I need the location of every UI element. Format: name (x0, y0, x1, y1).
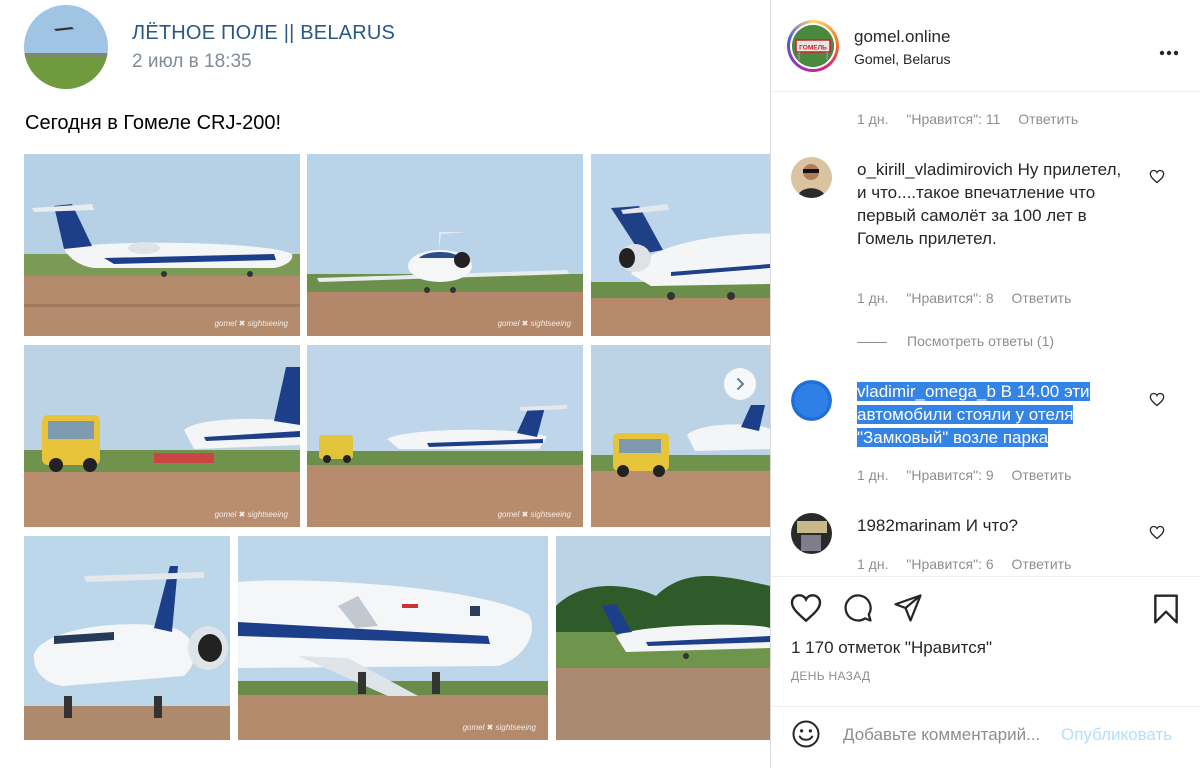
comment-avatar[interactable] (791, 513, 832, 554)
vk-post: ЛЁТНОЕ ПОЛЕ || BELARUS 2 июл в 18:35 Сег… (0, 0, 770, 768)
like-comment-button[interactable] (1149, 525, 1165, 545)
replies-divider (857, 341, 887, 343)
post-header: ГОМЕЛЬ gomel.online Gomel, Belarus (771, 0, 1200, 92)
post-timestamp[interactable]: ДЕНЬ НАЗАД (791, 669, 870, 683)
comment-likes[interactable]: "Нравится": 8 (906, 290, 993, 306)
share-button[interactable] (893, 593, 923, 628)
comment-avatar[interactable] (791, 157, 832, 198)
like-comment-button[interactable] (1149, 392, 1165, 412)
photo-2[interactable]: gomel ✖ sightseeing (307, 154, 583, 336)
chevron-right-icon (737, 378, 745, 390)
account-avatar[interactable]: ГОМЕЛЬ (787, 20, 839, 72)
view-replies-button[interactable]: Посмотреть ответы (1) (857, 333, 1054, 349)
comment-meta: 1 дн. "Нравится": 11 Ответить (857, 111, 1078, 127)
comment-meta: 1 дн. "Нравится": 9 Ответить (857, 467, 1071, 483)
heart-icon (1149, 169, 1165, 184)
watermark: gomel ✖ sightseeing (462, 723, 536, 732)
next-photo-button[interactable] (724, 368, 756, 400)
save-button[interactable] (1152, 593, 1180, 630)
heart-icon (1149, 525, 1165, 540)
comment-body: o_kirill_vladimirovich Ну прилетел, и чт… (857, 158, 1127, 250)
reply-button[interactable]: Ответить (1012, 556, 1072, 572)
publish-button[interactable]: Опубликовать (1061, 725, 1172, 745)
photo-8[interactable]: gomel ✖ sightseeing (238, 536, 548, 740)
comment-username[interactable]: vladimir_omega_b (857, 382, 996, 401)
reply-button[interactable]: Ответить (1012, 290, 1072, 306)
account-username[interactable]: gomel.online (854, 27, 950, 47)
comment-avatar[interactable] (791, 380, 832, 421)
like-comment-button[interactable] (1149, 169, 1165, 189)
comment-meta: 1 дн. "Нравится": 6 Ответить (857, 556, 1071, 572)
reply-button[interactable]: Ответить (1012, 467, 1072, 483)
comment-text: И что? (965, 516, 1018, 535)
photo-7[interactable] (24, 536, 230, 740)
comment-likes[interactable]: "Нравится": 9 (906, 467, 993, 483)
comment-username[interactable]: o_kirill_vladimirovich (857, 160, 1013, 179)
comment-time[interactable]: 1 дн. (857, 290, 888, 306)
watermark: gomel ✖ sightseeing (497, 319, 571, 328)
bookmark-icon (1154, 594, 1178, 624)
photo-1[interactable]: gomel ✖ sightseeing (24, 154, 300, 336)
emoji-icon (792, 720, 820, 748)
reply-button[interactable]: Ответить (1018, 111, 1078, 127)
post-date[interactable]: 2 июл в 18:35 (132, 51, 252, 73)
photo-3[interactable] (591, 154, 770, 336)
view-replies-label: Посмотреть ответы (1) (907, 333, 1055, 349)
comment-username[interactable]: 1982marinam (857, 516, 961, 535)
comment-input[interactable] (843, 725, 1063, 745)
comment-button[interactable] (843, 593, 873, 628)
comment-meta: 1 дн. "Нравится": 8 Ответить (857, 290, 1071, 306)
watermark: gomel ✖ sightseeing (214, 510, 288, 519)
share-icon (894, 594, 922, 622)
comment-body: 1982marinam И что? (857, 514, 1127, 537)
like-button[interactable] (790, 593, 822, 628)
photo-9[interactable] (556, 536, 770, 740)
group-name[interactable]: ЛЁТНОЕ ПОЛЕ || BELARUS (132, 22, 395, 45)
heart-icon (1149, 392, 1165, 407)
more-icon (1159, 50, 1179, 56)
more-options-button[interactable] (1159, 36, 1179, 62)
comment-time[interactable]: 1 дн. (857, 467, 888, 483)
post-location[interactable]: Gomel, Belarus (854, 51, 950, 67)
comment-likes[interactable]: "Нравится": 11 (906, 111, 1000, 127)
post-text: Сегодня в Гомеле CRJ-200! (25, 112, 282, 134)
comment-icon (844, 594, 872, 622)
comment-body: vladimir_omega_b В 14.00 эти автомобили … (857, 380, 1127, 449)
photo-4[interactable]: gomel ✖ sightseeing (24, 345, 300, 527)
group-avatar[interactable] (24, 5, 108, 89)
instagram-panel: ГОМЕЛЬ gomel.online Gomel, Belarus 1 дн.… (770, 0, 1200, 768)
avatar-sign-text: ГОМЕЛЬ (799, 45, 827, 52)
comment-time[interactable]: 1 дн. (857, 556, 888, 572)
comment-time[interactable]: 1 дн. (857, 111, 888, 127)
watermark: gomel ✖ sightseeing (214, 319, 288, 328)
comment-likes[interactable]: "Нравится": 6 (906, 556, 993, 572)
emoji-button[interactable] (791, 719, 821, 754)
likes-count[interactable]: 1 170 отметок "Нравится" (791, 638, 992, 658)
photo-5[interactable]: gomel ✖ sightseeing (307, 345, 583, 527)
watermark: gomel ✖ sightseeing (497, 510, 571, 519)
heart-icon (790, 594, 822, 623)
add-comment-bar: Опубликовать (771, 706, 1200, 768)
